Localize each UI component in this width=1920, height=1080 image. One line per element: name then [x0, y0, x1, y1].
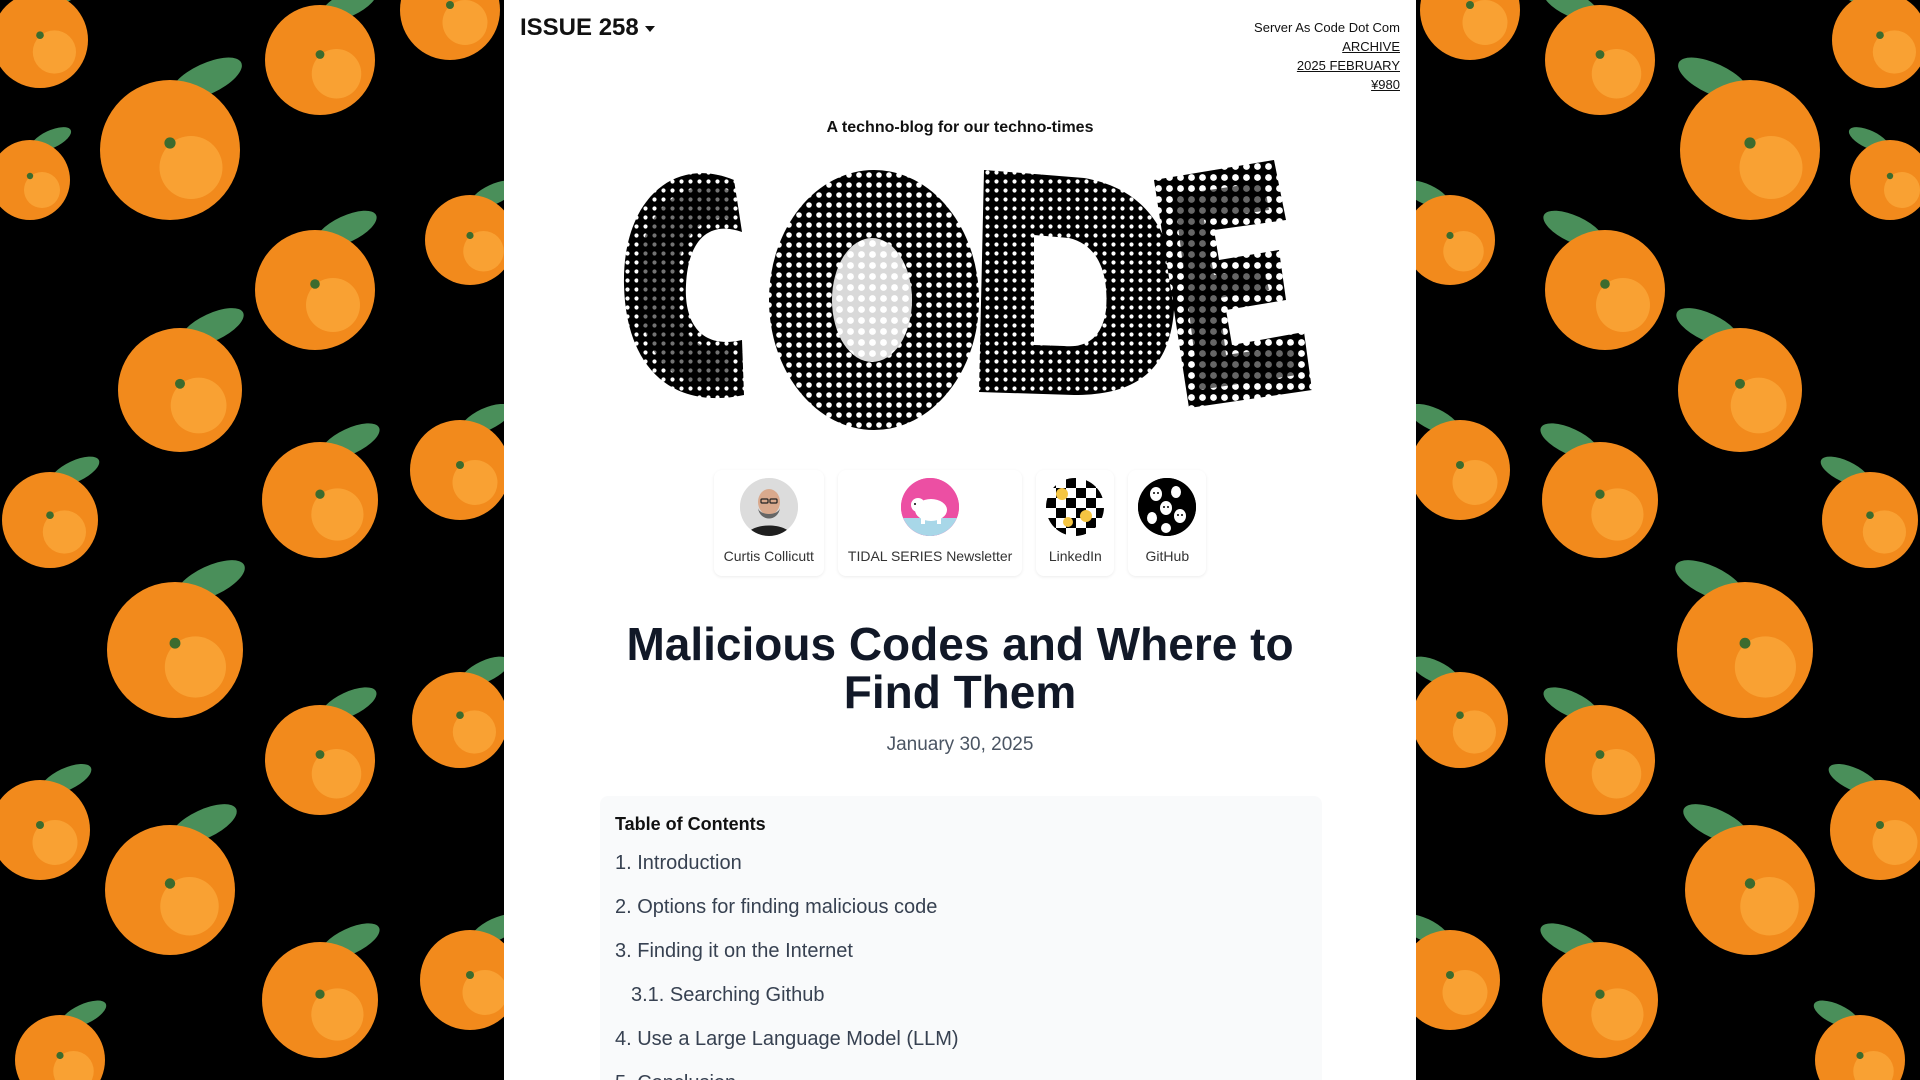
- table-of-contents: Table of Contents 1. Introduction 2. Opt…: [600, 796, 1322, 1080]
- post-date: January 30, 2025: [886, 734, 1034, 755]
- code-halftone-logo: [614, 150, 1314, 440]
- tagline: A techno-blog for our techno-times: [826, 119, 1094, 136]
- site-name: Server As Code Dot Com: [1254, 20, 1400, 35]
- toc-title: Table of Contents: [615, 814, 766, 834]
- profile-linkedin[interactable]: LinkedIn: [1036, 470, 1115, 576]
- profile-label: TIDAL SERIES Newsletter: [847, 548, 1013, 564]
- person-avatar-icon: [739, 478, 798, 536]
- post-title: Malicious Codes and Where to Find Them: [626, 618, 1294, 718]
- header-links: Server As Code Dot Com ARCHIVE 2025 FEBR…: [1254, 18, 1400, 94]
- orange-pattern-left: [0, 0, 504, 1080]
- profile-curtis[interactable]: Curtis Collicutt: [713, 470, 824, 576]
- toc-item-internet[interactable]: 3. Finding it on the Internet: [615, 939, 1307, 983]
- toc-item-llm[interactable]: 4. Use a Large Language Model (LLM): [615, 1027, 1307, 1071]
- toc-item-options[interactable]: 2. Options for finding malicious code: [615, 895, 1307, 939]
- polar-bear-icon: [901, 478, 960, 536]
- toc-item-github[interactable]: 3.1. Searching Github: [615, 983, 1307, 1027]
- month-link[interactable]: 2025 FEBRUARY: [1254, 56, 1400, 75]
- profile-label: GitHub: [1145, 548, 1190, 564]
- profile-links: Curtis Collicutt TIDAL SERIES Newsletter: [504, 470, 1416, 576]
- profile-label: Curtis Collicutt: [723, 548, 814, 564]
- caret-down-icon: [644, 26, 655, 32]
- issue-label: ISSUE 258: [520, 14, 639, 41]
- price-link[interactable]: ¥980: [1254, 75, 1400, 94]
- checkered-smiley-icon: [1046, 478, 1105, 536]
- orange-pattern-right: [1416, 0, 1920, 1080]
- toc-item-conclusion[interactable]: 5. Conclusion: [615, 1071, 1307, 1080]
- profile-github[interactable]: GitHub: [1128, 470, 1207, 576]
- profile-label: LinkedIn: [1048, 548, 1102, 564]
- page-column: ISSUE 258 Server As Code Dot Com ARCHIVE…: [504, 0, 1416, 1080]
- profile-tidal-newsletter[interactable]: TIDAL SERIES Newsletter: [837, 470, 1023, 576]
- issue-dropdown[interactable]: ISSUE 258: [520, 14, 655, 42]
- archive-link[interactable]: ARCHIVE: [1254, 37, 1400, 56]
- toc-item-introduction[interactable]: 1. Introduction: [615, 851, 1307, 895]
- ghost-pattern-icon: [1138, 478, 1197, 536]
